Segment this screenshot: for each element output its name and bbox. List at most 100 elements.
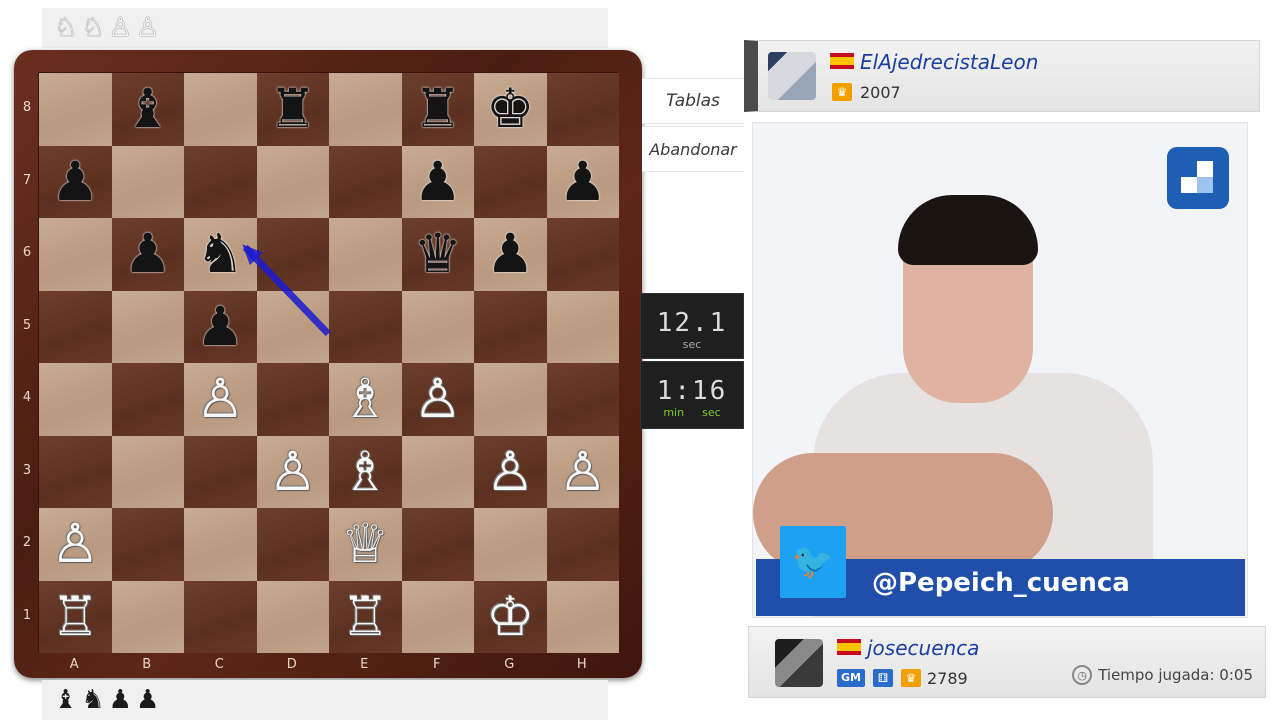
- white-piece[interactable]: ♙: [559, 444, 607, 499]
- square-c2[interactable]: [184, 508, 257, 581]
- square-f5[interactable]: [401, 290, 474, 363]
- square-a3[interactable]: [39, 435, 112, 508]
- file-label: D: [286, 657, 297, 672]
- square-d1[interactable]: [256, 580, 329, 653]
- opponent-name[interactable]: ElAjedrecistaLeon: [860, 50, 1038, 74]
- square-d5[interactable]: [256, 290, 329, 363]
- black-piece[interactable]: ♟: [196, 299, 244, 354]
- square-b6[interactable]: ♟: [111, 218, 184, 291]
- square-e5[interactable]: [329, 290, 402, 363]
- square-f8[interactable]: ♜: [401, 73, 474, 146]
- square-h2[interactable]: [546, 508, 619, 581]
- square-e4[interactable]: ♗: [329, 363, 402, 436]
- square-c7[interactable]: [184, 145, 257, 218]
- square-a4[interactable]: [39, 363, 112, 436]
- square-g2[interactable]: [474, 508, 547, 581]
- square-b7[interactable]: [111, 145, 184, 218]
- avatar[interactable]: [775, 639, 823, 687]
- square-h5[interactable]: [546, 290, 619, 363]
- square-b3[interactable]: [111, 435, 184, 508]
- black-piece[interactable]: ♚: [486, 82, 534, 136]
- square-h6[interactable]: [546, 218, 619, 291]
- white-piece[interactable]: ♖: [51, 589, 99, 644]
- square-h1[interactable]: [546, 580, 619, 653]
- square-a7[interactable]: ♟: [39, 145, 112, 218]
- square-a2[interactable]: ♙: [39, 508, 112, 581]
- square-d7[interactable]: [256, 145, 329, 218]
- square-b2[interactable]: [111, 508, 184, 581]
- square-b8[interactable]: ♝: [111, 73, 184, 146]
- white-piece[interactable]: ♙: [414, 372, 462, 426]
- square-e6[interactable]: [329, 218, 402, 291]
- square-d3[interactable]: ♙: [256, 435, 329, 508]
- square-b4[interactable]: [111, 363, 184, 436]
- square-f7[interactable]: ♟: [401, 145, 474, 218]
- square-e8[interactable]: [329, 73, 402, 146]
- player-clock-value: 1:16: [656, 376, 728, 406]
- white-piece[interactable]: ♖: [341, 589, 389, 644]
- square-g3[interactable]: ♙: [474, 435, 547, 508]
- chess-game-screen: ♘ ♘ ♙ ♙ ♝ ♜ ♜ ♚ ♟ ♟ ♟ ♟ ♞ ♛ ♟ ♟ ♙ ♗ ♙ ♙ ♗ ♙ ♙ ♙ ♕ ♖ ♖ ♔ 8765432…: [0, 0, 1280, 720]
- square-d6[interactable]: [256, 218, 329, 291]
- black-piece[interactable]: ♞: [196, 227, 244, 281]
- chess-board[interactable]: ♝ ♜ ♜ ♚ ♟ ♟ ♟ ♟ ♞ ♛ ♟ ♟ ♙ ♗ ♙ ♙ ♗ ♙ ♙ ♙ ♕ ♖ ♖ ♔: [38, 72, 619, 653]
- black-piece[interactable]: ♟: [124, 227, 172, 281]
- square-e2[interactable]: ♕: [329, 508, 402, 581]
- black-piece[interactable]: ♟: [486, 227, 534, 281]
- square-b1[interactable]: [111, 580, 184, 653]
- square-g7[interactable]: [474, 145, 547, 218]
- white-piece[interactable]: ♙: [196, 372, 244, 426]
- square-c6[interactable]: ♞: [184, 218, 257, 291]
- square-f1[interactable]: [401, 580, 474, 653]
- player-name[interactable]: josecuenca: [867, 636, 979, 660]
- player-rating: 2789: [927, 669, 968, 688]
- resign-button[interactable]: Abandonar: [642, 126, 744, 172]
- square-a5[interactable]: [39, 290, 112, 363]
- square-g4[interactable]: [474, 363, 547, 436]
- square-a6[interactable]: [39, 218, 112, 291]
- square-b5[interactable]: [111, 290, 184, 363]
- square-g8[interactable]: ♚: [474, 73, 547, 146]
- square-c5[interactable]: ♟: [184, 290, 257, 363]
- square-g5[interactable]: [474, 290, 547, 363]
- black-piece[interactable]: ♛: [414, 227, 462, 281]
- square-g1[interactable]: ♔: [474, 580, 547, 653]
- black-piece[interactable]: ♟: [559, 154, 607, 209]
- black-piece[interactable]: ♜: [414, 82, 462, 136]
- square-d8[interactable]: ♜: [256, 73, 329, 146]
- square-f3[interactable]: [401, 435, 474, 508]
- draw-button[interactable]: Tablas: [642, 78, 744, 124]
- square-c8[interactable]: [184, 73, 257, 146]
- black-piece[interactable]: ♟: [51, 154, 99, 209]
- square-a1[interactable]: ♖: [39, 580, 112, 653]
- time-played: ◷ Tiempo jugada: 0:05: [1072, 665, 1253, 685]
- square-h4[interactable]: [546, 363, 619, 436]
- white-piece[interactable]: ♙: [269, 444, 317, 499]
- black-piece[interactable]: ♜: [269, 82, 317, 136]
- square-h7[interactable]: ♟: [546, 145, 619, 218]
- square-e1[interactable]: ♖: [329, 580, 402, 653]
- black-piece[interactable]: ♟: [414, 154, 462, 209]
- square-g6[interactable]: ♟: [474, 218, 547, 291]
- white-piece[interactable]: ♗: [341, 372, 389, 426]
- square-h3[interactable]: ♙: [546, 435, 619, 508]
- white-piece[interactable]: ♙: [486, 444, 534, 499]
- square-e7[interactable]: [329, 145, 402, 218]
- avatar[interactable]: [768, 52, 816, 100]
- white-piece[interactable]: ♙: [51, 517, 99, 571]
- square-d4[interactable]: [256, 363, 329, 436]
- square-e3[interactable]: ♗: [329, 435, 402, 508]
- white-piece[interactable]: ♕: [341, 517, 389, 571]
- square-f4[interactable]: ♙: [401, 363, 474, 436]
- white-piece[interactable]: ♔: [486, 589, 534, 644]
- square-d2[interactable]: [256, 508, 329, 581]
- square-c1[interactable]: [184, 580, 257, 653]
- square-h8[interactable]: [546, 73, 619, 146]
- square-a8[interactable]: [39, 73, 112, 146]
- square-f2[interactable]: [401, 508, 474, 581]
- square-c4[interactable]: ♙: [184, 363, 257, 436]
- square-f6[interactable]: ♛: [401, 218, 474, 291]
- white-piece[interactable]: ♗: [341, 444, 389, 499]
- black-piece[interactable]: ♝: [124, 82, 172, 136]
- square-c3[interactable]: [184, 435, 257, 508]
